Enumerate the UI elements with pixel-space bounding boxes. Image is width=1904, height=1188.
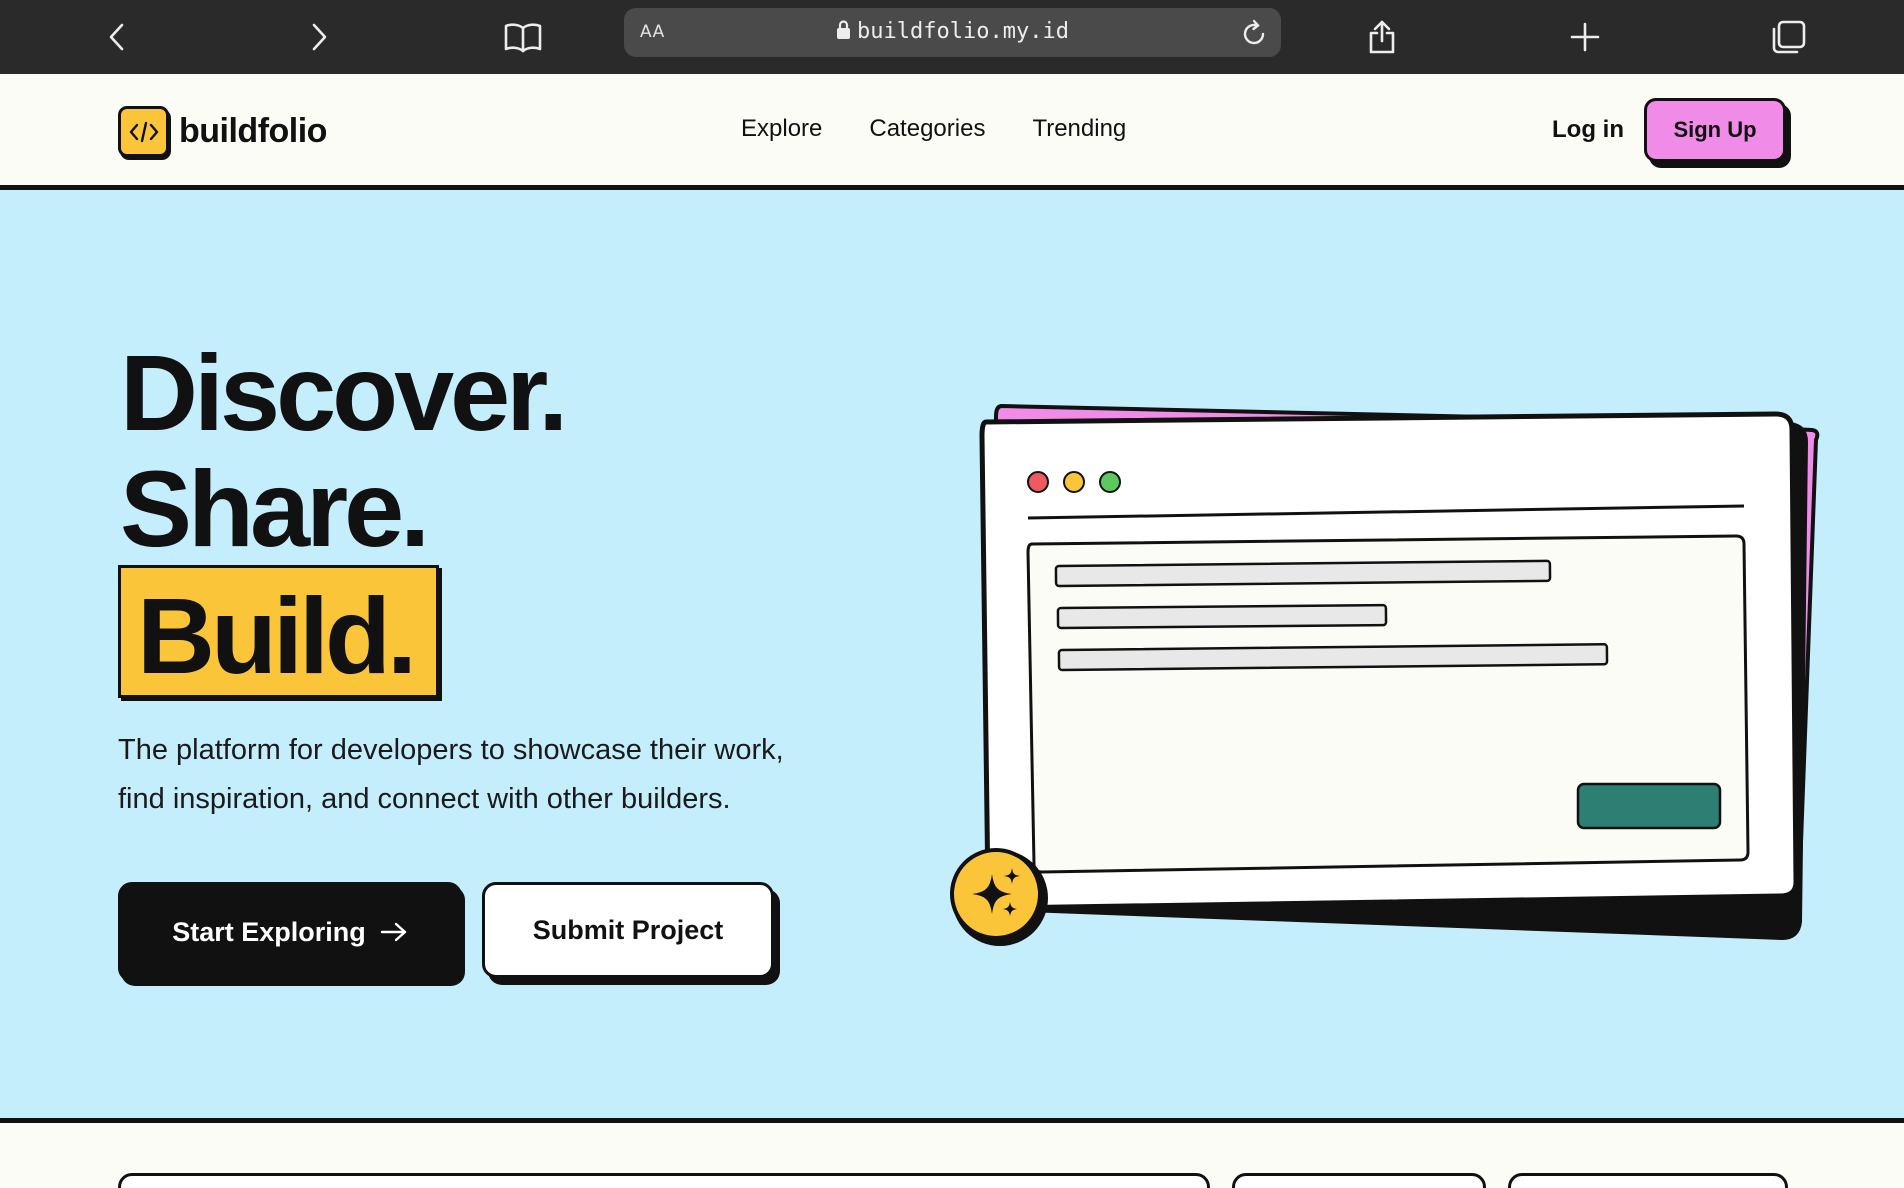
nav-categories[interactable]: Categories: [869, 115, 985, 143]
url-value: buildfolio.my.id: [857, 19, 1069, 44]
arrow-right-icon: [380, 922, 406, 942]
lock-icon: [837, 20, 851, 39]
window-dot-red: [1027, 471, 1049, 493]
hero-section: Discover. Share. Build. The platform for…: [0, 190, 1904, 1123]
tabs-button[interactable]: [1762, 10, 1816, 64]
plus-icon: [1570, 22, 1600, 52]
new-tab-button[interactable]: [1558, 10, 1612, 64]
url-text: buildfolio.my.id: [624, 19, 1281, 44]
start-exploring-label: Start Exploring: [172, 916, 366, 947]
placeholder-line-2: [1056, 603, 1388, 630]
hero-illustration: [950, 403, 1820, 946]
sparkle-badge: [950, 848, 1048, 946]
placeholder-button: [1576, 782, 1722, 830]
chevron-left-icon: [109, 23, 124, 51]
reload-button[interactable]: [1237, 16, 1271, 50]
hero-heading-share: Share.: [120, 448, 430, 569]
signup-button[interactable]: Sign Up: [1644, 98, 1786, 162]
reload-icon: [1243, 19, 1265, 45]
back-button[interactable]: [90, 10, 144, 64]
forward-button[interactable]: [292, 10, 346, 64]
content-card-peek-1: [118, 1173, 1210, 1188]
main-window-shape: [979, 411, 1799, 911]
hero-heading-build: Build.: [137, 575, 417, 696]
reader-button[interactable]: [496, 10, 550, 64]
browser-toolbar: AA buildfolio.my.id: [0, 0, 1904, 74]
tabs-icon: [1772, 20, 1806, 54]
main-nav: Explore Categories Trending: [741, 115, 1126, 143]
hero-heading-discover: Discover.: [120, 332, 568, 453]
window-dot-green: [1099, 471, 1121, 493]
nav-trending[interactable]: Trending: [1032, 115, 1126, 143]
code-brackets-icon: [129, 121, 158, 142]
address-bar[interactable]: AA buildfolio.my.id: [624, 8, 1281, 57]
hero-highlight-box: Build.: [118, 565, 439, 698]
nav-explore[interactable]: Explore: [741, 115, 822, 143]
logo[interactable]: buildfolio: [118, 106, 327, 157]
hero-tagline-line2: find inspiration, and connect with other…: [118, 783, 731, 815]
start-exploring-button[interactable]: Start Exploring: [118, 882, 462, 982]
placeholder-line-1: [1054, 559, 1552, 588]
book-icon: [504, 23, 542, 53]
site-header: buildfolio Explore Categories Trending L…: [0, 74, 1904, 190]
chevron-right-icon: [312, 23, 327, 51]
login-link[interactable]: Log in: [1552, 116, 1624, 144]
window-dot-yellow: [1063, 471, 1085, 493]
hero-tagline-line1: The platform for developers to showcase …: [118, 734, 784, 766]
content-card-peek-3: [1508, 1173, 1788, 1188]
submit-project-button[interactable]: Submit Project: [482, 882, 774, 978]
share-button[interactable]: [1355, 10, 1409, 64]
share-icon: [1369, 20, 1395, 54]
content-card-peek-2: [1232, 1173, 1486, 1188]
placeholder-line-3: [1057, 643, 1609, 672]
logo-badge: [118, 106, 169, 157]
logo-text: buildfolio: [179, 112, 327, 150]
hero-tagline: The platform for developers to showcase …: [118, 726, 878, 824]
